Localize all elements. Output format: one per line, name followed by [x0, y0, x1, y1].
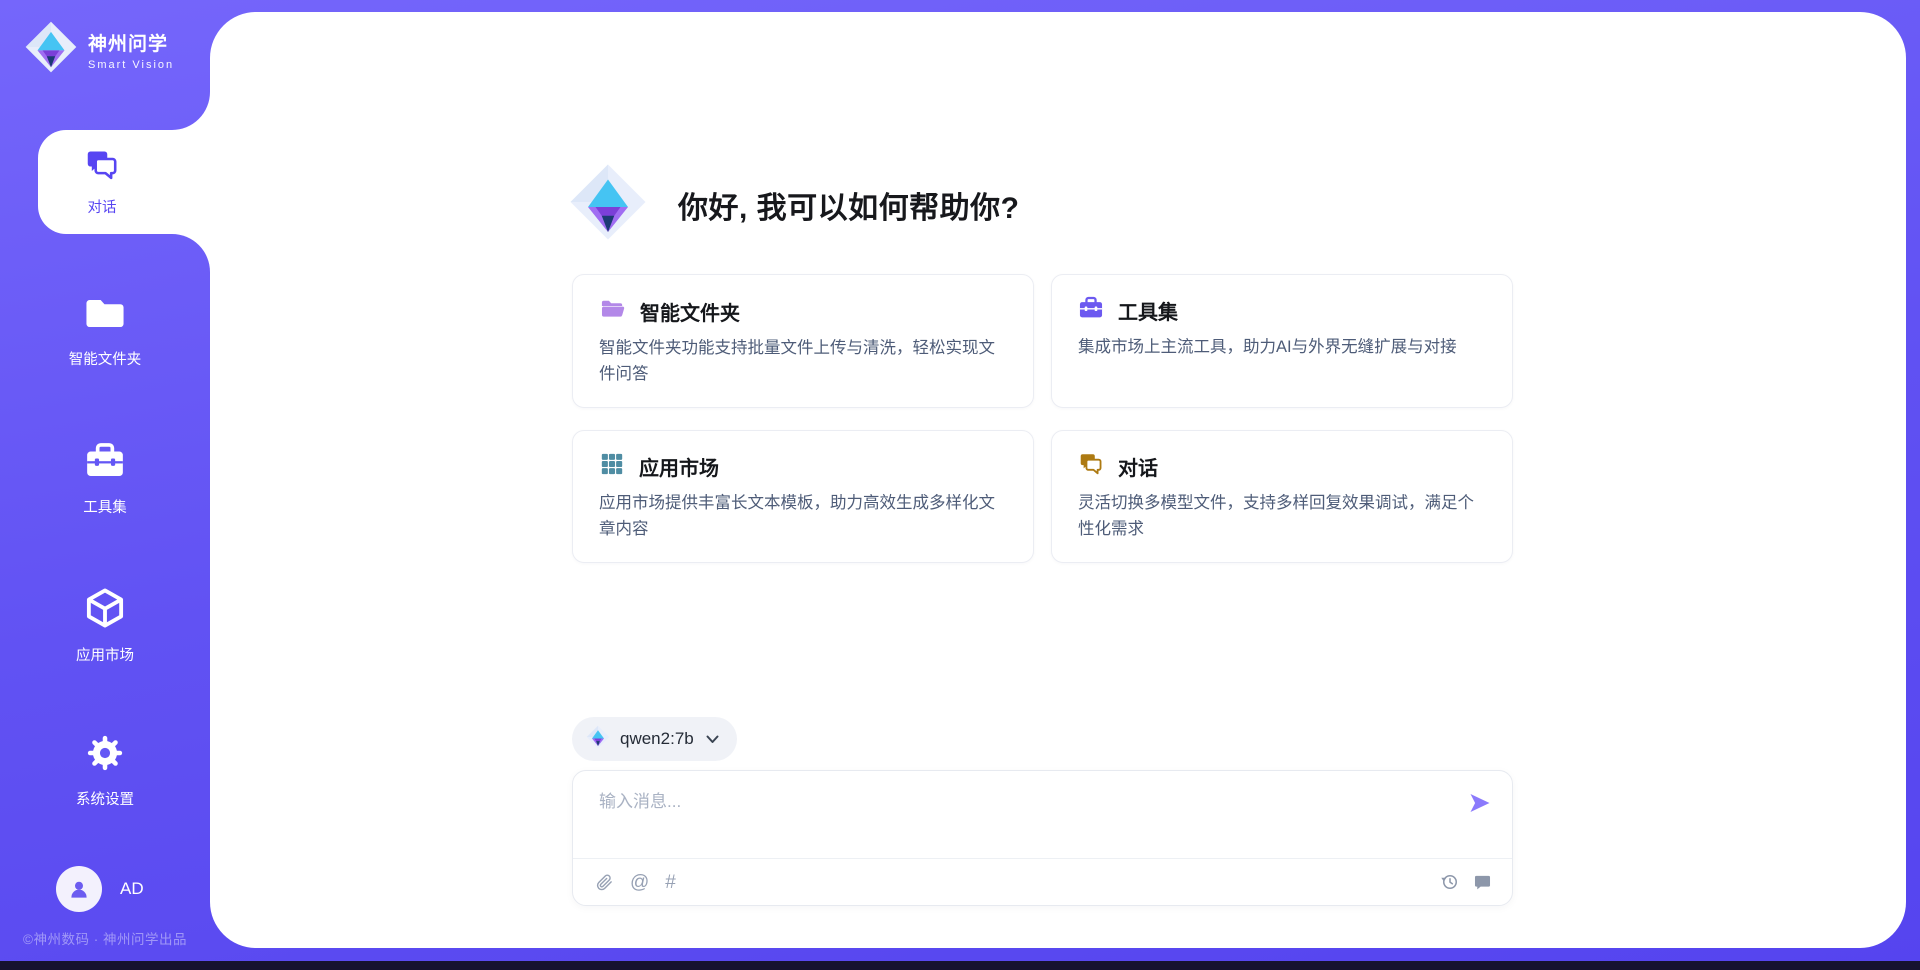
- greeting: 你好, 我可以如何帮助你?: [568, 162, 1020, 247]
- active-item-bottom-curve: [172, 234, 210, 272]
- card-toolset[interactable]: 工具集 集成市场上主流工具，助力AI与外界无缝扩展与对接: [1051, 274, 1513, 408]
- history-icon[interactable]: [1440, 872, 1460, 892]
- folder-icon: [84, 292, 126, 339]
- hashtag-icon[interactable]: #: [665, 873, 676, 892]
- brand-logo-icon: [24, 20, 78, 79]
- sidebar-item-app-market[interactable]: 应用市场: [0, 586, 210, 665]
- sidebar-item-label: 系统设置: [76, 788, 134, 809]
- card-description: 灵活切换多模型文件，支持多样回复效果调试，满足个性化需求: [1078, 491, 1486, 542]
- card-smart-folder[interactable]: 智能文件夹 智能文件夹功能支持批量文件上传与清洗，轻松实现文件问答: [572, 274, 1034, 408]
- chat-icon: [1078, 451, 1104, 482]
- active-item-top-curve: [172, 92, 210, 130]
- sidebar-item-settings[interactable]: 系统设置: [0, 732, 210, 809]
- model-logo-icon: [586, 725, 610, 754]
- sidebar-item-label: 对话: [88, 196, 117, 217]
- mention-icon[interactable]: @: [630, 873, 649, 892]
- card-title: 对话: [1118, 452, 1158, 481]
- sidebar: 神州问学 Smart Vision 对话 智能文件夹 工具集 应用市场 系统设置: [0, 0, 210, 970]
- gear-icon: [84, 732, 126, 779]
- feature-cards: 智能文件夹 智能文件夹功能支持批量文件上传与清洗，轻松实现文件问答 工具集 集成…: [572, 274, 1513, 563]
- toolbox-icon: [1078, 295, 1104, 326]
- main-panel: 你好, 我可以如何帮助你? 智能文件夹 智能文件夹功能支持批量文件上传与清洗，轻…: [210, 12, 1906, 948]
- open-folder-icon: [599, 295, 626, 327]
- app-logo-icon: [568, 162, 648, 247]
- sidebar-item-label: 工具集: [83, 496, 127, 517]
- card-title: 智能文件夹: [640, 297, 740, 326]
- avatar: [56, 866, 102, 912]
- brand-subtitle: Smart Vision: [88, 59, 174, 71]
- card-description: 智能文件夹功能支持批量文件上传与清洗，轻松实现文件问答: [599, 336, 1007, 387]
- toolbox-icon: [84, 440, 126, 487]
- brand-name: 神州问学: [88, 29, 174, 56]
- sidebar-item-toolset[interactable]: 工具集: [0, 440, 210, 517]
- card-description: 应用市场提供丰富长文本模板，助力高效生成多样化文章内容: [599, 491, 1007, 542]
- brand: 神州问学 Smart Vision: [24, 20, 174, 79]
- user-profile[interactable]: AD: [56, 866, 144, 912]
- sidebar-item-chat[interactable]: 对话: [38, 130, 210, 234]
- bottom-edge-bar: [0, 961, 1920, 970]
- sidebar-item-label: 智能文件夹: [69, 348, 142, 369]
- card-description: 集成市场上主流工具，助力AI与外界无缝扩展与对接: [1078, 335, 1486, 361]
- cube-icon: [83, 586, 127, 635]
- sidebar-footer: ©神州数码 · 神州问学出品: [0, 928, 210, 948]
- card-title: 应用市场: [639, 452, 719, 481]
- chat-icon: [84, 147, 120, 188]
- send-icon[interactable]: [1468, 791, 1492, 815]
- composer-toolbar: @ #: [595, 859, 1492, 905]
- message-input[interactable]: [599, 787, 1439, 849]
- greeting-title: 你好, 我可以如何帮助你?: [678, 183, 1020, 227]
- comment-icon[interactable]: [1473, 873, 1492, 892]
- grid-icon: [599, 451, 625, 482]
- message-composer: @ #: [572, 770, 1513, 906]
- model-selector[interactable]: qwen2:7b: [572, 717, 737, 761]
- sidebar-item-smart-folder[interactable]: 智能文件夹: [0, 292, 210, 369]
- model-name: qwen2:7b: [620, 729, 694, 749]
- sidebar-item-label: 应用市场: [76, 644, 134, 665]
- card-app-market[interactable]: 应用市场 应用市场提供丰富长文本模板，助力高效生成多样化文章内容: [572, 430, 1034, 563]
- card-title: 工具集: [1118, 296, 1178, 325]
- attachment-icon[interactable]: [595, 873, 614, 892]
- chevron-down-icon: [706, 735, 719, 744]
- card-chat[interactable]: 对话 灵活切换多模型文件，支持多样回复效果调试，满足个性化需求: [1051, 430, 1513, 563]
- user-name: AD: [120, 879, 144, 899]
